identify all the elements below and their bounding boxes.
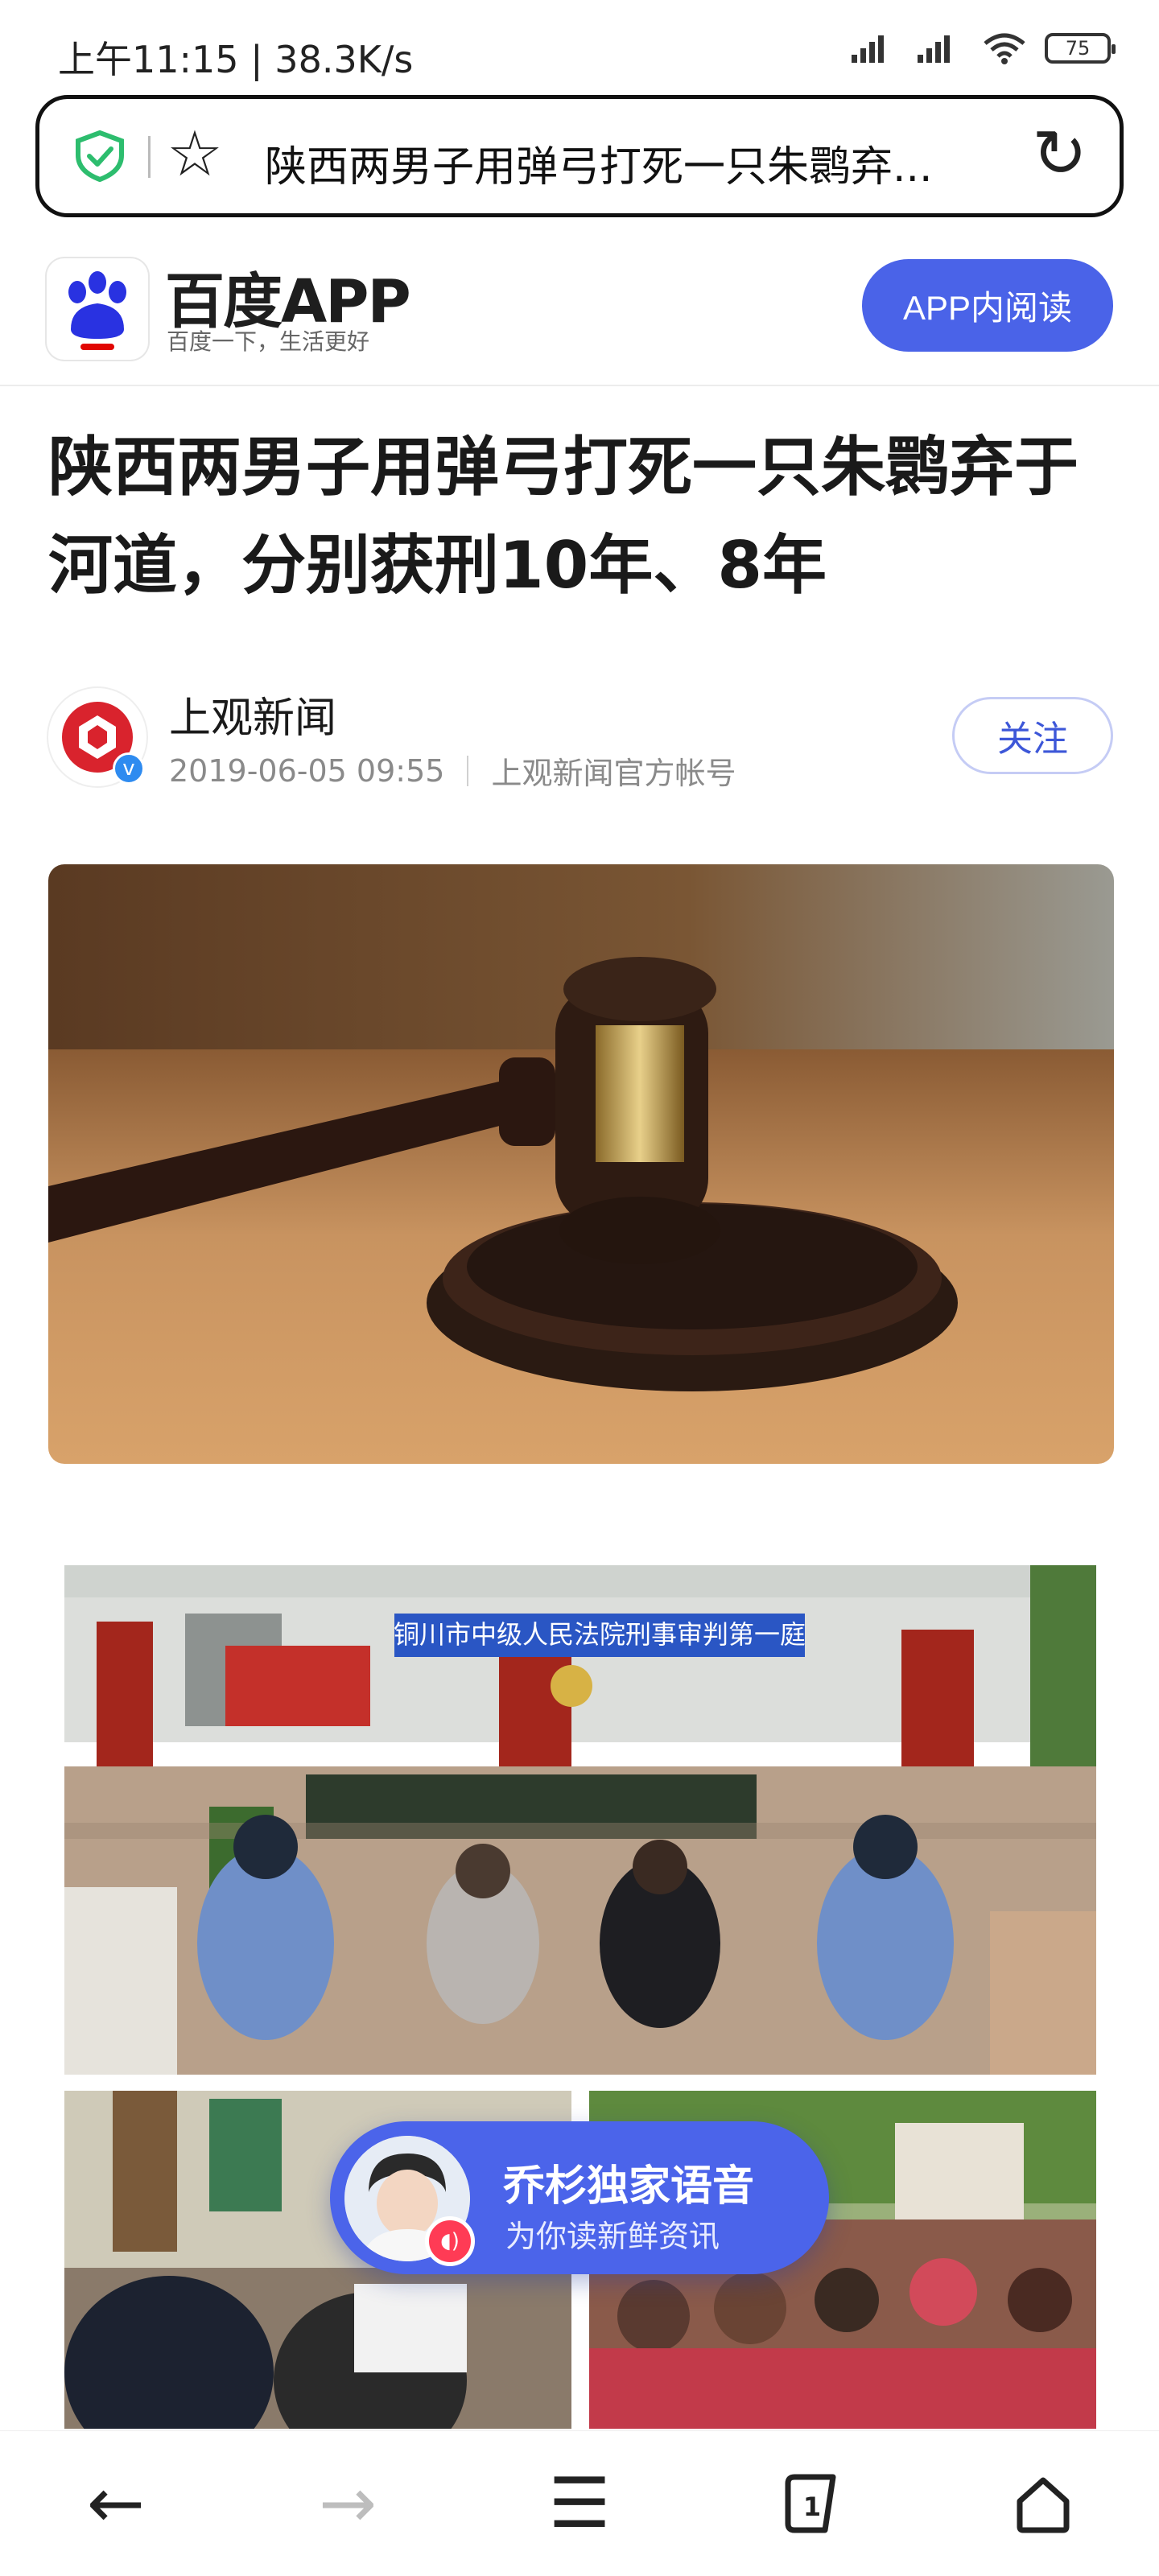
publish-date: 2019-06-05 09:55 <box>169 752 445 789</box>
tab-count: 1 <box>803 2492 821 2522</box>
court-banner-text: 铜川市中级人民法院刑事审判第一庭 <box>394 1619 806 1650</box>
reload-icon[interactable]: ↻ <box>1032 122 1087 188</box>
voice-reader-card[interactable]: ◖) 乔杉独家语音 为你读新鲜资讯 <box>330 2121 829 2274</box>
home-icon[interactable] <box>927 2431 1159 2576</box>
author-name[interactable]: 上观新闻 <box>169 684 336 744</box>
gavel-photo <box>48 864 1114 1464</box>
address-bar[interactable]: ☆ 陕西两男子用弹弓打死一只朱鹮弃... ↻ <box>35 95 1124 217</box>
menu-icon[interactable]: ☰ <box>464 2431 695 2576</box>
bottom-navigation: ← → ☰ 1 <box>0 2430 1159 2576</box>
url-text[interactable]: 陕西两男子用弹弓打死一只朱鹮弃... <box>265 133 989 193</box>
tabs-icon[interactable]: 1 <box>695 2431 927 2576</box>
status-time: 上午11:15 | 38.3K/s <box>58 38 414 81</box>
voice-card-subtitle: 为你读新鲜资讯 <box>505 2219 720 2254</box>
article-meta: 2019-06-05 09:55 上观新闻官方帐号 <box>169 748 736 793</box>
back-icon[interactable]: ← <box>0 2431 232 2576</box>
baidu-slogan: 百度一下，生活更好 <box>167 328 370 355</box>
baidu-paw-icon <box>68 271 126 350</box>
baidu-logo <box>47 258 148 360</box>
follow-button[interactable]: 关注 <box>952 697 1113 774</box>
url-divider <box>148 136 151 178</box>
meta-divider <box>467 755 469 786</box>
battery-icon: 75 <box>1045 33 1116 64</box>
open-in-app-button[interactable]: APP内阅读 <box>862 259 1113 352</box>
bookmark-star-icon[interactable]: ☆ <box>167 123 223 186</box>
status-icons: 75 <box>850 32 1116 64</box>
baidu-app-banner: 百度APP 百度一下，生活更好 APP内阅读 <box>0 229 1159 386</box>
article-title: 陕西两男子用弹弓打死一只朱鹮弃于河道，分别获刑10年、8年 <box>48 430 1079 603</box>
wifi-icon <box>984 33 1025 64</box>
verified-badge-icon: v <box>113 752 145 785</box>
battery-level: 75 <box>1065 37 1091 60</box>
security-shield-icon[interactable] <box>73 130 126 183</box>
signal-icon <box>852 35 884 63</box>
voice-card-title: 乔杉独家语音 <box>503 2162 755 2211</box>
author-account: 上观新闻官方帐号 <box>491 756 736 791</box>
courtroom-photo: 铜川市中级人民法院刑事审判第一庭 <box>64 1565 1096 2075</box>
signal-icon-2 <box>918 35 950 63</box>
status-bar: 上午11:15 | 38.3K/s 75 <box>0 0 1159 97</box>
audio-playing-icon[interactable]: ◖) <box>425 2216 475 2266</box>
forward-icon[interactable]: → <box>232 2431 464 2576</box>
